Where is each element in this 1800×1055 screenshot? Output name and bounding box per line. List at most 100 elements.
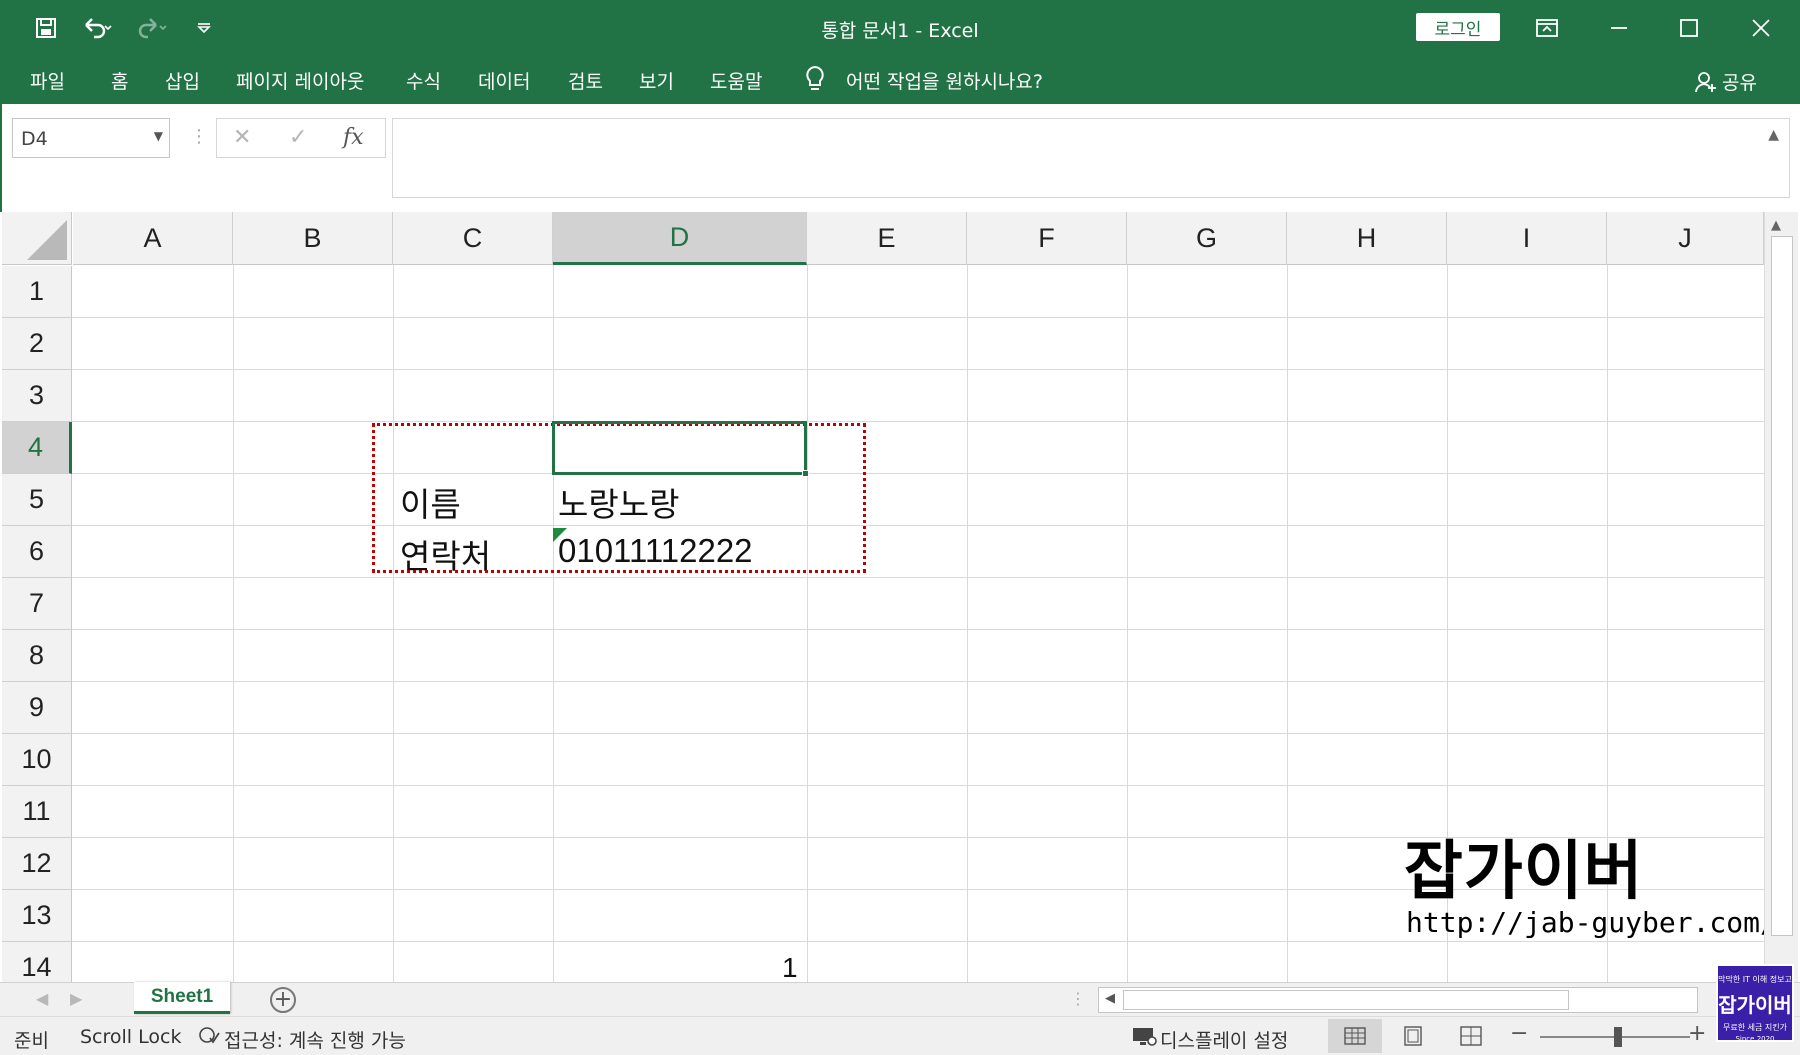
row-header-14[interactable]: 14 xyxy=(2,942,72,982)
gridline xyxy=(72,473,1764,474)
row-header-11[interactable]: 11 xyxy=(2,786,72,838)
row-header-4[interactable]: 4 xyxy=(2,422,72,474)
gridline xyxy=(72,941,1764,942)
scroll-left-icon[interactable]: ◀ xyxy=(1105,991,1115,1006)
row-header-1[interactable]: 1 xyxy=(2,266,72,318)
row-header-12[interactable]: 12 xyxy=(2,838,72,890)
splitter-dots-icon[interactable]: ⋮ xyxy=(1070,989,1086,1008)
tab-home[interactable]: 홈 xyxy=(111,67,128,94)
lightbulb-icon[interactable] xyxy=(803,64,829,94)
row-header-2[interactable]: 2 xyxy=(2,318,72,370)
close-icon[interactable] xyxy=(1734,8,1788,48)
insert-function-icon[interactable]: fx xyxy=(343,125,364,150)
row-header-5[interactable]: 5 xyxy=(2,474,72,526)
fill-handle[interactable] xyxy=(802,470,809,477)
page-layout-view-icon[interactable] xyxy=(1386,1019,1440,1053)
column-header-i[interactable]: I xyxy=(1447,212,1607,265)
collapse-formula-bar-icon[interactable]: ▲ xyxy=(1768,127,1779,143)
select-all-triangle-icon xyxy=(27,220,67,260)
cell-d14[interactable]: 1 xyxy=(782,952,798,982)
tab-formulas[interactable]: 수식 xyxy=(406,67,441,94)
column-header-g[interactable]: G xyxy=(1127,212,1287,265)
share-button[interactable]: 공유 xyxy=(1694,68,1757,95)
row-header-13[interactable]: 13 xyxy=(2,890,72,942)
name-box[interactable]: D4 ▼ xyxy=(12,118,170,158)
monitor-gear-icon[interactable] xyxy=(1132,1026,1158,1053)
next-sheet-icon[interactable]: ▶ xyxy=(70,989,82,1008)
gridline xyxy=(233,265,234,982)
scroll-up-icon[interactable]: ▲ xyxy=(1771,218,1781,233)
column-header-e[interactable]: E xyxy=(807,212,967,265)
gridline xyxy=(72,577,1764,578)
accessibility-icon[interactable] xyxy=(198,1026,220,1051)
status-accessibility[interactable]: 접근성: 계속 진행 가능 xyxy=(224,1026,406,1053)
column-header-j[interactable]: J xyxy=(1607,212,1764,265)
horizontal-scrollbar[interactable]: ◀ xyxy=(1098,987,1698,1013)
enter-check-icon[interactable]: ✓ xyxy=(289,125,307,150)
cancel-icon[interactable]: ✕ xyxy=(233,125,251,150)
vertical-scrollbar[interactable]: ▲ xyxy=(1764,212,1798,982)
row-header-9[interactable]: 9 xyxy=(2,682,72,734)
horizontal-scroll-thumb[interactable] xyxy=(1123,990,1569,1010)
formula-input[interactable]: ▲ xyxy=(392,118,1790,198)
status-scroll-lock: Scroll Lock xyxy=(80,1026,182,1048)
sheet-tab-sheet1[interactable]: Sheet1 xyxy=(134,982,230,1014)
active-cell-d4[interactable] xyxy=(552,421,807,475)
page-break-view-icon[interactable] xyxy=(1444,1019,1498,1053)
tab-insert[interactable]: 삽입 xyxy=(165,67,200,94)
column-header-h[interactable]: H xyxy=(1287,212,1447,265)
watermark-title: 잡가이버 xyxy=(1404,835,1644,909)
badge-name: 잡가이버 xyxy=(1718,993,1792,1017)
zoom-in-icon[interactable]: + xyxy=(1688,1021,1706,1046)
badge-line3: 무료한 세금 지킨가 xyxy=(1723,1023,1787,1032)
row-header-7[interactable]: 7 xyxy=(2,578,72,630)
login-button[interactable]: 로그인 xyxy=(1416,13,1500,41)
gridline xyxy=(72,421,1764,422)
gridline xyxy=(72,317,1764,318)
maximize-icon[interactable] xyxy=(1662,8,1716,48)
tab-page-layout[interactable]: 페이지 레이아웃 xyxy=(236,67,364,94)
status-ready: 준비 xyxy=(14,1030,49,1052)
ribbon-tabs: 파일 홈 삽입 페이지 레이아웃 수식 데이터 검토 보기 도움말 어떤 작업을… xyxy=(0,56,1800,104)
vertical-scroll-thumb[interactable] xyxy=(1771,236,1793,936)
tab-view[interactable]: 보기 xyxy=(639,67,674,94)
name-box-value: D4 xyxy=(21,128,48,150)
formula-buttons: ✕ ✓ fx xyxy=(216,118,386,158)
status-display-settings[interactable]: 디스플레이 설정 xyxy=(1160,1026,1288,1053)
tab-review[interactable]: 검토 xyxy=(568,67,603,94)
formula-bar: D4 ▼ ⋮ ✕ ✓ fx ▲ xyxy=(0,104,1800,212)
tell-me-search[interactable]: 어떤 작업을 원하시나요? xyxy=(846,67,1043,94)
person-icon xyxy=(1695,71,1716,92)
column-header-c[interactable]: C xyxy=(393,212,553,265)
minimize-icon[interactable] xyxy=(1592,8,1646,48)
tab-file[interactable]: 파일 xyxy=(30,67,65,94)
row-header-10[interactable]: 10 xyxy=(2,734,72,786)
column-header-b[interactable]: B xyxy=(233,212,393,265)
zoom-slider-thumb[interactable] xyxy=(1614,1027,1622,1047)
gridline xyxy=(72,525,1764,526)
column-header-f[interactable]: F xyxy=(967,212,1127,265)
badge-line1: 막막한 IT 이해 정보고 xyxy=(1718,975,1792,984)
ribbon-display-options-icon[interactable] xyxy=(1520,8,1574,48)
splitter-dots-icon[interactable]: ⋮ xyxy=(190,126,208,147)
normal-view-icon[interactable] xyxy=(1328,1019,1382,1053)
row-header-6[interactable]: 6 xyxy=(2,526,72,578)
tab-help[interactable]: 도움말 xyxy=(710,67,762,94)
column-header-a[interactable]: A xyxy=(73,212,233,265)
previous-sheet-icon[interactable]: ◀ xyxy=(36,989,48,1008)
worksheet-grid[interactable]: A B C D E F G H I J 1 2 3 4 5 6 7 8 9 10… xyxy=(0,212,1800,982)
column-header-d[interactable]: D xyxy=(553,212,807,265)
share-label: 공유 xyxy=(1722,72,1757,94)
row-header-3[interactable]: 3 xyxy=(2,370,72,422)
chevron-down-icon[interactable]: ▼ xyxy=(154,129,163,143)
select-all-button[interactable] xyxy=(2,212,72,265)
gridline xyxy=(1287,265,1288,982)
gridline xyxy=(72,733,1764,734)
row-header-8[interactable]: 8 xyxy=(2,630,72,682)
gridline xyxy=(807,265,808,982)
add-sheet-icon[interactable]: + xyxy=(270,987,296,1013)
tab-data[interactable]: 데이터 xyxy=(478,67,530,94)
zoom-out-icon[interactable]: − xyxy=(1510,1021,1528,1046)
badge-logo: 막막한 IT 이해 정보고 잡가이버 무료한 세금 지킨가 Since 2020 xyxy=(1716,964,1794,1043)
title-bar: 통합 문서1 - Excel 로그인 xyxy=(0,0,1800,56)
